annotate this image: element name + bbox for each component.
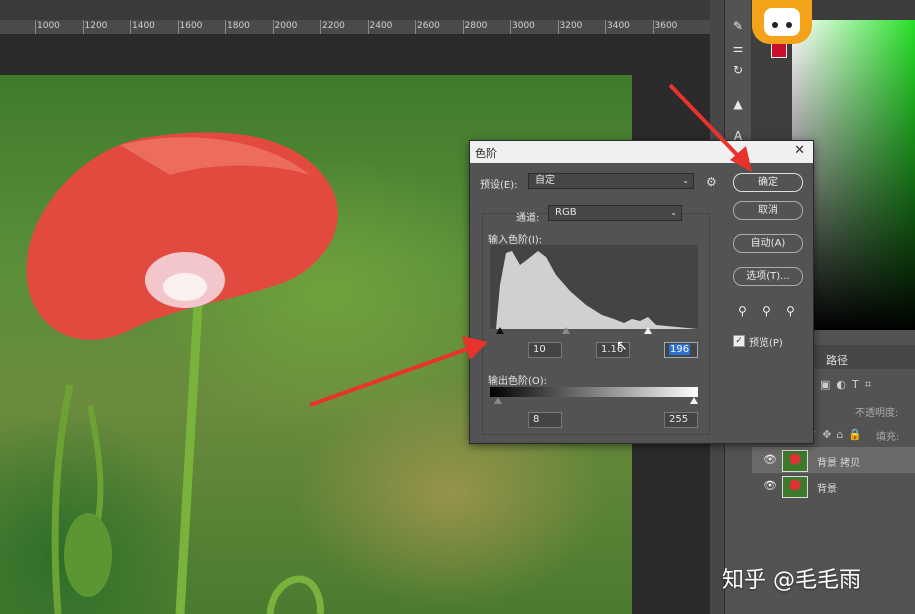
layer-filter-icons[interactable]: ▣◐T⌗ <box>820 378 877 392</box>
output-black-handle[interactable] <box>494 397 502 404</box>
preset-select[interactable]: 自定 ⌄ <box>528 173 694 189</box>
output-levels-label: 输出色阶(O): <box>488 376 548 387</box>
top-strip <box>0 0 722 20</box>
chevron-down-icon: ⌄ <box>682 176 689 185</box>
channel-label: 通道: <box>516 213 540 224</box>
input-levels-label: 输入色阶(I): <box>488 235 543 246</box>
output-white-field[interactable]: 255 <box>664 412 698 428</box>
preview-checkbox[interactable]: ✓ <box>733 335 745 347</box>
auto-button[interactable]: 自动(A) <box>733 234 803 253</box>
output-white-handle[interactable] <box>690 397 698 404</box>
ruler-label: 1000 <box>37 21 60 31</box>
layer-row[interactable]: 👁 背景 <box>752 473 915 499</box>
preset-label: 预设(E): <box>480 180 518 191</box>
cancel-button[interactable]: 取消 <box>733 201 803 220</box>
adjust-icon[interactable]: ⚌ <box>730 40 746 56</box>
black-eyedropper-icon[interactable]: ⚲ <box>738 304 747 318</box>
gray-eyedropper-icon[interactable]: ⚲ <box>762 304 771 318</box>
histogram <box>490 245 698 329</box>
foreground-color-swatch[interactable] <box>771 42 787 58</box>
tab-paths[interactable]: 路径 <box>826 352 848 368</box>
white-eyedropper-icon[interactable]: ⚲ <box>786 304 795 318</box>
channel-select[interactable]: RGB ⌄ <box>548 205 682 221</box>
options-button[interactable]: 选项(T)... <box>733 267 803 286</box>
layer-thumbnail <box>782 476 808 498</box>
logo-badge <box>752 0 812 44</box>
output-black-field[interactable]: 8 <box>528 412 562 428</box>
lock-icons[interactable]: ✓✥⌂🔒 <box>808 428 867 441</box>
input-gamma-handle[interactable] <box>562 327 570 334</box>
fill-label: 填充: <box>876 432 900 443</box>
layer-thumbnail <box>782 450 808 472</box>
ruler-label: 3200 <box>559 21 583 31</box>
close-icon[interactable]: ✕ <box>794 143 805 158</box>
visibility-eye-icon[interactable]: 👁 <box>763 453 777 466</box>
ruler-label: 2800 <box>464 21 488 31</box>
input-white-field[interactable]: 196 <box>664 342 698 358</box>
visibility-eye-icon[interactable]: 👁 <box>763 479 777 492</box>
brush-icon[interactable]: ✎ <box>730 18 746 34</box>
ruler-label: 1400 <box>132 21 155 31</box>
watermark: 知乎 @毛毛雨 <box>722 568 861 593</box>
ruler-label: 2000 <box>274 21 298 31</box>
mouse-cursor-icon: ↖ <box>616 338 628 354</box>
ok-button[interactable]: 确定 <box>733 173 803 192</box>
gear-icon[interactable]: ⚙ <box>706 175 717 189</box>
ruler-label: 2200 <box>322 21 345 31</box>
input-white-handle[interactable] <box>644 327 652 334</box>
ruler-label: 3600 <box>654 21 678 31</box>
levels-dialog: 色阶 ✕ 预设(E): 自定 ⌄ ⚙ 通道: RGB ⌄ 输入色阶(I): 10 1… <box>469 140 814 444</box>
horizontal-ruler: 1000 1200 1400 1600 1800 2000 2200 2400 2600 2800… <box>0 20 722 35</box>
input-slider[interactable] <box>490 327 698 337</box>
output-gradient <box>490 387 698 397</box>
opacity-label: 不透明度: <box>855 408 899 419</box>
input-black-field[interactable]: 10 <box>528 342 562 358</box>
chevron-down-icon: ⌄ <box>670 208 677 217</box>
ruler-label: 1800 <box>227 21 250 31</box>
input-black-handle[interactable] <box>496 327 504 334</box>
dialog-title: 色阶 <box>475 147 497 160</box>
dialog-title-bar[interactable]: 色阶 ✕ <box>470 141 813 163</box>
ruler-label: 2400 <box>369 21 393 31</box>
layer-name: 背景 <box>817 484 837 495</box>
layer-row[interactable]: 👁 背景 拷贝 <box>752 447 915 473</box>
layer-name: 背景 拷贝 <box>817 458 861 469</box>
ruler-label: 1200 <box>84 21 108 31</box>
mascot-face-icon <box>764 8 800 36</box>
ruler-label: 3400 <box>607 21 630 31</box>
history-icon[interactable]: ↻ <box>730 62 746 78</box>
preview-label: 预览(P) <box>749 338 783 349</box>
output-slider[interactable] <box>490 397 698 407</box>
ruler-label: 2600 <box>417 21 440 31</box>
ruler-label: 3000 <box>512 21 535 31</box>
stamp-icon[interactable]: ▲ <box>730 96 746 112</box>
ruler-label: 1600 <box>179 21 203 31</box>
